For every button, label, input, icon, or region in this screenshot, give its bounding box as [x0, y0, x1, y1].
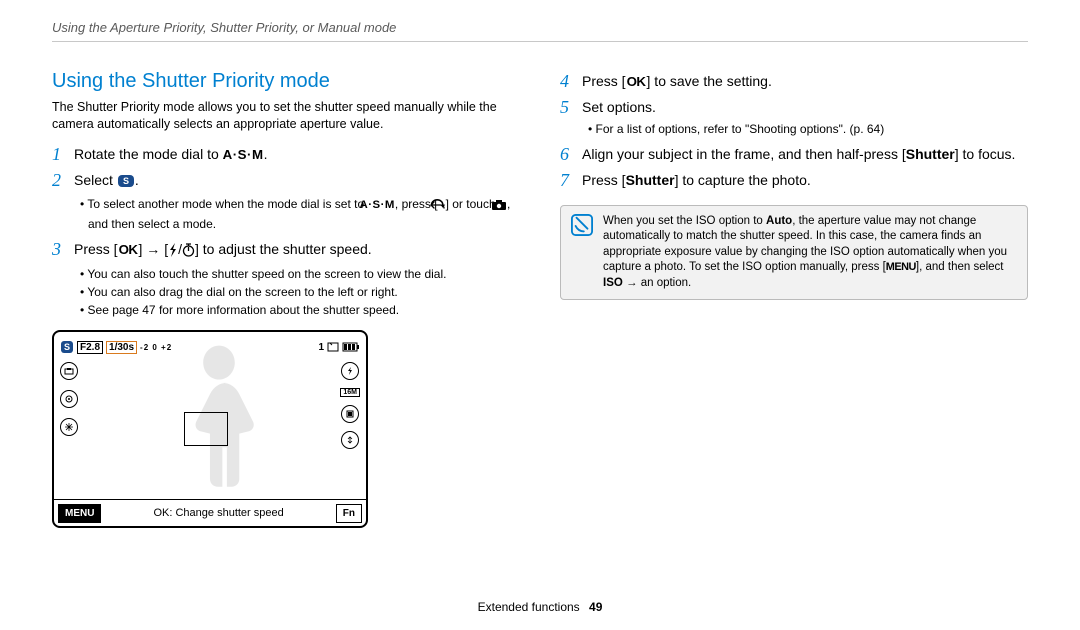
footer-page-number: 49: [589, 600, 602, 614]
wb-icon: [60, 418, 78, 436]
intro-text: The Shutter Priority mode allows you to …: [52, 99, 520, 133]
flash-mode-icon: [341, 362, 359, 380]
ok-icon: OK: [626, 72, 647, 92]
step-number: 4: [560, 72, 574, 92]
step-subitem: You can also touch the shutter speed on …: [80, 266, 520, 282]
footer-section: Extended functions: [478, 600, 580, 614]
quality-icon: [341, 405, 359, 423]
step-number: 2: [52, 171, 66, 234]
step-body: Press [OK] → [/] to adjust the shutter s…: [74, 240, 520, 320]
step-body: Press [OK] to save the setting.: [582, 72, 1028, 92]
lcd-bottom-bar: MENU OK: Change shutter speed Fn: [54, 500, 366, 526]
flash-icon: [168, 243, 178, 262]
af-frame: [184, 412, 228, 446]
step-number: 3: [52, 240, 66, 320]
timer-icon: [182, 243, 195, 262]
step-4: 4 Press [OK] to save the setting.: [560, 72, 1028, 92]
step-3: 3Press [OK] → [/] to adjust the shutter …: [52, 240, 520, 320]
battery-icon: [342, 342, 360, 352]
step-number: 5: [560, 98, 574, 139]
mode-s-icon: S: [117, 174, 135, 193]
sd-card-icon: [327, 342, 339, 352]
step-body: Press [Shutter] to capture the photo.: [582, 171, 1028, 191]
camera-icon: [499, 199, 507, 215]
step-body: Rotate the mode dial to A·S·M.: [74, 145, 520, 165]
steps-right: 4 Press [OK] to save the setting. 5Set opt…: [560, 72, 1028, 191]
left-column: Using the Shutter Priority mode The Shut…: [52, 70, 520, 528]
step-number: 7: [560, 171, 574, 191]
lcd-hint-text: OK: Change shutter speed: [105, 507, 331, 519]
step-number: 1: [52, 145, 66, 165]
lcd-ev-scale: -2 0 +2: [140, 343, 172, 352]
step-number: 6: [560, 145, 574, 165]
breadcrumb: Using the Aperture Priority, Shutter Pri…: [52, 20, 1028, 42]
section-heading: Using the Shutter Priority mode: [52, 70, 520, 93]
metering-icon: [60, 390, 78, 408]
asm-icon: A·S·M: [223, 146, 264, 164]
step-subitem: You can also drag the dial on the screen…: [80, 284, 520, 300]
note-box: When you set the ISO option to Auto, the…: [560, 205, 1028, 301]
note-text: When you set the ISO option to Auto, the…: [603, 214, 1017, 292]
lcd-aperture: F2.8: [77, 341, 103, 354]
step-2: 2Select S.To select another mode when th…: [52, 171, 520, 234]
step-sublist: You can also touch the shutter speed on …: [74, 266, 520, 319]
lcd-fn-button: Fn: [336, 504, 362, 523]
step-subitem: See page 47 for more information about t…: [80, 302, 520, 318]
step-5: 5Set options.For a list of options, refe…: [560, 98, 1028, 139]
step-subitem: To select another mode when the mode dia…: [80, 196, 520, 231]
lcd-menu-button: MENU: [58, 504, 101, 523]
svg-text:S: S: [64, 342, 70, 352]
step-body: Select S.To select another mode when the…: [74, 171, 520, 234]
lcd-shutter: 1/30s: [106, 341, 137, 354]
step-6: 6 Align your subject in the frame, and th…: [560, 145, 1028, 165]
step-sublist: For a list of options, refer to "Shootin…: [582, 121, 1028, 137]
step-body: Align your subject in the frame, and the…: [582, 145, 1028, 165]
step-1: 1 Rotate the mode dial to A·S·M.: [52, 145, 520, 165]
lcd-shot-count: 1: [318, 342, 324, 353]
asm-icon: A·S·M: [368, 198, 395, 213]
right-column: 4 Press [OK] to save the setting. 5Set opt…: [560, 70, 1028, 528]
ois-icon: [341, 431, 359, 449]
step-subitem: For a list of options, refer to "Shootin…: [588, 121, 1028, 137]
back-icon: [438, 199, 446, 215]
ok-icon: OK: [118, 240, 139, 260]
mode-s-icon: S: [60, 340, 74, 354]
steps-left: 1 Rotate the mode dial to A·S·M. 2Select S…: [52, 145, 520, 321]
step-body: Set options.For a list of options, refer…: [582, 98, 1028, 139]
step-sublist: To select another mode when the mode dia…: [74, 196, 520, 231]
page-footer: Extended functions 49: [0, 600, 1080, 614]
menu-icon: MENU: [886, 260, 916, 275]
image-size-icon: 16M: [340, 388, 360, 397]
svg-text:S: S: [123, 176, 129, 186]
drive-mode-icon: [60, 362, 78, 380]
lcd-preview: S F2.8 1/30s -2 0 +2 1: [52, 330, 368, 528]
step-7: 7 Press [Shutter] to capture the photo.: [560, 171, 1028, 191]
note-icon: [571, 214, 593, 236]
